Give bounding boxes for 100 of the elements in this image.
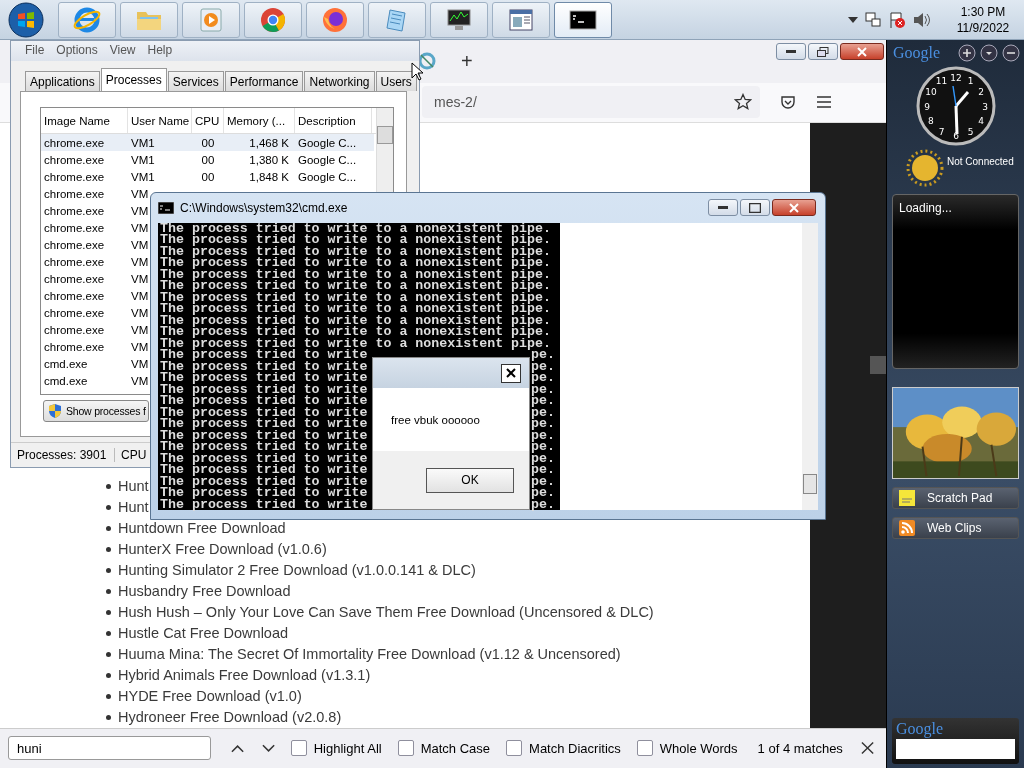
table-cell-text: chrome.exe <box>43 238 106 251</box>
process-row[interactable]: cmd.exe VM <box>41 372 149 389</box>
speaker-icon[interactable] <box>912 10 930 29</box>
table-cell-text: VM <box>130 323 149 336</box>
table-cell-text: chrome.exe <box>43 323 106 336</box>
next-match-icon[interactable] <box>261 744 275 753</box>
process-row[interactable]: chrome.exe VM <box>41 185 149 202</box>
tab[interactable]: Services <box>167 71 224 91</box>
table-cell-text: VM <box>130 340 149 353</box>
maximize-button[interactable] <box>740 199 770 217</box>
column-header[interactable]: User Name <box>128 108 192 133</box>
scrollbar-thumb[interactable] <box>870 355 886 374</box>
menu-item[interactable]: File <box>25 43 45 59</box>
process-row[interactable]: chrome.exe VM <box>41 304 149 321</box>
console-line: pe. <box>531 464 555 476</box>
game-link[interactable]: Hustle Cat Free Download <box>118 625 289 642</box>
minimize-button[interactable] <box>776 43 806 60</box>
checkbox-label[interactable]: Highlight All <box>313 741 382 756</box>
search-field[interactable] <box>896 739 1015 759</box>
bullet-icon <box>106 483 111 489</box>
close-button[interactable] <box>772 199 816 217</box>
column-header[interactable]: Image Name <box>41 108 128 133</box>
game-link[interactable]: HYDE Free Download (v1.0) <box>118 688 302 705</box>
tab[interactable]: Performance <box>224 71 304 91</box>
process-row[interactable]: chrome.exe VM1 00 1,380 K Google C... <box>41 151 374 168</box>
clock-numeral: 5 <box>967 126 973 137</box>
game-link[interactable]: Hush Hush – Only Your Love Can Save Them Free Download (Uncensored & DLC) <box>118 604 654 621</box>
game-link[interactable]: Hydroneer Free Download (v2.0.8) <box>118 709 342 726</box>
process-row[interactable]: chrome.exe VM1 00 1,468 K Google C... <box>41 134 374 151</box>
process-row[interactable]: chrome.exe VM <box>41 202 149 219</box>
close-button[interactable] <box>840 43 884 60</box>
game-link[interactable]: Hunt <box>118 499 149 516</box>
game-link[interactable]: Hunting Simulator 2 Free Download (v1.0.0.141 & DLC) <box>118 562 476 579</box>
new-tab-button[interactable]: + <box>457 49 477 73</box>
minimize-button[interactable] <box>708 199 738 217</box>
scrollbar-thumb[interactable] <box>803 474 817 494</box>
menu-item[interactable]: Help <box>147 43 173 59</box>
process-row[interactable]: chrome.exe VM <box>41 338 149 355</box>
column-header[interactable]: Memory (... <box>224 108 295 133</box>
start-button[interactable] <box>8 1 44 38</box>
rss-icon <box>899 520 915 536</box>
tab[interactable]: Users <box>375 71 417 91</box>
column-header[interactable]: CPU <box>192 108 224 133</box>
table-cell-text: Google C... <box>297 153 358 166</box>
scrollbar[interactable] <box>802 222 818 510</box>
menu-item[interactable]: Options <box>56 43 98 59</box>
taskbar-clock[interactable]: 1:30 PM 11/9/2022 <box>950 3 1016 36</box>
console-line: pe. <box>531 475 555 487</box>
table-cell-text: chrome.exe <box>43 289 106 302</box>
close-icon[interactable] <box>860 741 874 756</box>
previous-match-icon[interactable] <box>230 744 244 753</box>
game-link[interactable]: Husbandry Free Download <box>118 583 291 600</box>
process-row[interactable]: cmd.exe VM <box>41 355 149 372</box>
caret-icon[interactable] <box>848 16 858 23</box>
checkbox[interactable] <box>290 740 307 757</box>
process-row[interactable]: chrome.exe VM1 00 1,848 K Google C... <box>41 168 374 185</box>
process-row[interactable]: chrome.exe VM <box>41 321 149 338</box>
menu-item[interactable]: View <box>109 43 136 59</box>
scrollbar-thumb[interactable] <box>377 126 393 144</box>
checkbox[interactable] <box>397 740 414 757</box>
restore-button[interactable] <box>808 43 838 60</box>
taskbar-button[interactable] <box>430 1 488 38</box>
process-row[interactable]: chrome.exe VM <box>41 219 149 236</box>
process-row[interactable]: chrome.exe VM <box>41 270 149 287</box>
game-link[interactable]: HunterX Free Download (v1.0.6) <box>118 541 327 558</box>
table-cell-text: chrome.exe <box>43 340 106 353</box>
tab[interactable]: Applications <box>25 71 100 91</box>
process-row[interactable]: chrome.exe VM <box>41 236 149 253</box>
close-button[interactable] <box>501 363 521 383</box>
process-row[interactable]: chrome.exe VM <box>41 287 149 304</box>
table-cell-text: cmd.exe <box>43 374 89 387</box>
gadget-button[interactable]: Web Clips <box>892 517 1019 539</box>
star-icon[interactable] <box>734 93 752 112</box>
dropdown-icon[interactable] <box>980 44 998 62</box>
taskbar-button[interactable] <box>554 1 612 38</box>
checkbox-label[interactable]: Match Case <box>420 741 491 756</box>
minimize-icon[interactable] <box>1002 44 1020 62</box>
menu-icon[interactable] <box>816 95 832 110</box>
game-link[interactable]: Huntdown Free Download <box>118 520 286 537</box>
game-link[interactable]: Hybrid Animals Free Download (v1.3.1) <box>118 667 371 684</box>
close-icon <box>857 46 867 57</box>
flag-icon[interactable] <box>888 10 906 29</box>
checkbox-label[interactable]: Whole Words <box>659 741 738 756</box>
pocket-icon[interactable] <box>780 94 796 111</box>
checkbox[interactable] <box>636 740 653 757</box>
column-header[interactable]: Description <box>295 108 372 133</box>
tab[interactable]: Networking <box>304 71 375 91</box>
checkbox-label[interactable]: Match Diacritics <box>529 741 621 756</box>
show-processes-button[interactable]: Show processes f <box>43 400 149 422</box>
process-row[interactable]: chrome.exe VM <box>41 253 149 270</box>
network-icon[interactable] <box>864 10 882 29</box>
address-bar[interactable]: mes-2/ <box>422 86 760 119</box>
checkbox[interactable] <box>506 740 523 757</box>
find-field[interactable]: huni <box>8 736 211 761</box>
game-link[interactable]: Hunt <box>118 478 149 495</box>
add-icon[interactable] <box>958 44 976 62</box>
game-link[interactable]: Huuma Mina: The Secret Of Immortality Free Download (v1.12 & Uncensored) <box>118 646 621 663</box>
ok-button[interactable]: OK <box>426 467 514 493</box>
tab[interactable]: Processes <box>100 68 167 91</box>
gadget-button[interactable]: Scratch Pad <box>892 487 1019 509</box>
